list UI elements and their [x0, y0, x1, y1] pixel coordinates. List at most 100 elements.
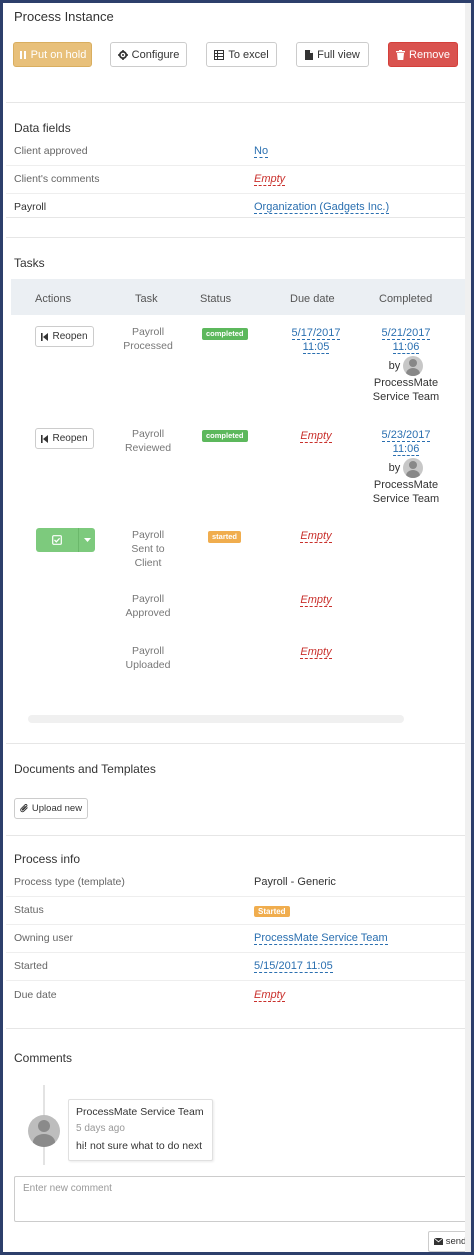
due-date[interactable]: Empty: [281, 645, 351, 659]
step-backward-icon: [41, 332, 49, 341]
process-type-value: Payroll - Generic: [254, 876, 336, 888]
task-name-line: Payroll: [131, 428, 165, 440]
status-badge: completed: [202, 430, 248, 442]
task-name-line: Sent to: [131, 543, 165, 555]
send-label: send: [445, 1236, 467, 1247]
tasks-title: Tasks: [14, 256, 45, 270]
data-field-row: Client approved No: [6, 138, 468, 166]
task-name: Payroll Sent to Client: [115, 528, 181, 570]
table-row: Reopen Payroll Processed completed 5/17/…: [11, 315, 469, 419]
process-info-title: Process info: [14, 852, 81, 866]
avatar: [28, 1115, 60, 1147]
reopen-button[interactable]: Reopen: [35, 428, 94, 449]
new-comment-input[interactable]: [14, 1176, 471, 1222]
full-view-label: Full view: [317, 48, 360, 61]
comments-title: Comments: [14, 1051, 73, 1065]
data-field-label: Client approved: [14, 145, 88, 157]
column-header-actions: Actions: [35, 293, 72, 305]
due-date-empty: Empty: [300, 530, 332, 543]
client-approved-value[interactable]: No: [254, 145, 269, 158]
configure-button[interactable]: Configure: [110, 42, 187, 67]
pause-icon: [19, 50, 27, 59]
upload-new-label: Upload new: [31, 803, 83, 814]
process-info-label: Owning user: [14, 932, 73, 944]
status-badge: Started: [254, 906, 290, 917]
tasks-table-header: Actions Task Status Due date Completed: [11, 279, 469, 315]
process-info-row: Process type (template) Payroll - Generi…: [6, 869, 468, 897]
complete-task-split-button: [36, 528, 95, 552]
process-info-row: Started 5/15/2017 11:05: [6, 953, 468, 981]
process-info-row: Due date Empty: [6, 982, 468, 1010]
gear-icon: [117, 49, 128, 60]
remove-button[interactable]: Remove: [388, 42, 458, 67]
process-info-row: Status Started: [6, 897, 468, 925]
completed-cell: 5/23/2017 11:06 by ProcessMate Service T…: [366, 428, 446, 506]
table-row: Payroll Sent to Client started Empty: [11, 519, 469, 585]
process-info-label: Process type (template): [14, 876, 125, 888]
table-row: Payroll Uploaded Empty: [11, 635, 469, 687]
due-date-day: 5/17/2017: [291, 327, 341, 340]
column-header-status: Status: [200, 293, 232, 305]
due-date-empty: Empty: [300, 430, 332, 443]
process-info-row: Owning user ProcessMate Service Team: [6, 925, 468, 953]
due-date[interactable]: 5/17/2017 11:05: [281, 326, 351, 354]
divider: [6, 743, 468, 744]
paperclip-icon: [20, 804, 29, 813]
vertical-scrollbar[interactable]: [465, 3, 471, 1252]
task-name-line: Payroll: [131, 326, 165, 338]
process-info-label: Due date: [14, 989, 57, 1001]
process-instance-window: Process Instance Put on hold Configure T…: [0, 0, 474, 1255]
completed-cell: 5/21/2017 11:06 by ProcessMate Service T…: [366, 326, 446, 404]
clients-comments-value[interactable]: Empty: [254, 173, 286, 186]
completed-time[interactable]: 11:06: [392, 443, 420, 456]
due-date[interactable]: Empty: [281, 529, 351, 543]
table-row: Payroll Approved Empty: [11, 585, 469, 635]
completed-by: ProcessMate: [373, 377, 439, 389]
owning-user-value[interactable]: ProcessMate Service Team: [254, 932, 388, 945]
divider: [6, 217, 468, 218]
task-name: Payroll Approved: [115, 592, 181, 620]
tasks-table: Actions Task Status Due date Completed R…: [11, 279, 469, 687]
process-info-label: Started: [14, 960, 48, 972]
remove-label: Remove: [409, 48, 450, 61]
task-name-line: Payroll: [131, 645, 165, 657]
avatar: [403, 458, 424, 478]
divider: [6, 102, 468, 103]
column-header-completed: Completed: [379, 293, 433, 305]
documents-title: Documents and Templates: [14, 762, 156, 776]
comment-item: ProcessMate Service Team 5 days ago hi! …: [68, 1099, 213, 1161]
status-badge: started: [208, 531, 242, 543]
configure-label: Configure: [131, 48, 180, 61]
envelope-icon: [433, 1238, 443, 1245]
step-backward-icon: [41, 434, 49, 443]
due-date[interactable]: Empty: [281, 429, 351, 443]
upload-new-button[interactable]: Upload new: [14, 798, 88, 819]
by-label: by: [388, 359, 401, 372]
check-square-icon[interactable]: [36, 528, 77, 552]
to-excel-label: To excel: [228, 48, 269, 61]
full-view-button[interactable]: Full view: [296, 42, 369, 67]
completed-date[interactable]: 5/21/2017: [381, 327, 431, 340]
due-date-empty: Empty: [300, 594, 332, 607]
due-date-value[interactable]: Empty: [254, 989, 286, 1002]
started-value[interactable]: 5/15/2017 11:05: [254, 960, 333, 973]
task-name: Payroll Reviewed: [115, 427, 181, 455]
put-on-hold-button[interactable]: Put on hold: [13, 42, 92, 67]
task-name: Payroll Processed: [115, 325, 181, 353]
caret-down-icon[interactable]: [78, 528, 95, 552]
reopen-label: Reopen: [52, 433, 88, 444]
data-field-label: Client's comments: [14, 173, 100, 185]
column-header-task: Task: [135, 293, 158, 305]
window-content: Process Instance Put on hold Configure T…: [6, 3, 471, 1252]
reopen-button[interactable]: Reopen: [35, 326, 94, 347]
completed-by: ProcessMate: [373, 479, 439, 491]
document-icon: [305, 49, 314, 60]
payroll-value[interactable]: Organization (Gadgets Inc.): [254, 201, 390, 214]
horizontal-scrollbar[interactable]: [28, 715, 404, 723]
completed-date[interactable]: 5/23/2017: [381, 429, 431, 442]
put-on-hold-label: Put on hold: [30, 48, 87, 61]
to-excel-button[interactable]: To excel: [206, 42, 277, 67]
due-date[interactable]: Empty: [281, 593, 351, 607]
completed-time[interactable]: 11:06: [392, 341, 420, 354]
by-label: by: [388, 461, 401, 474]
